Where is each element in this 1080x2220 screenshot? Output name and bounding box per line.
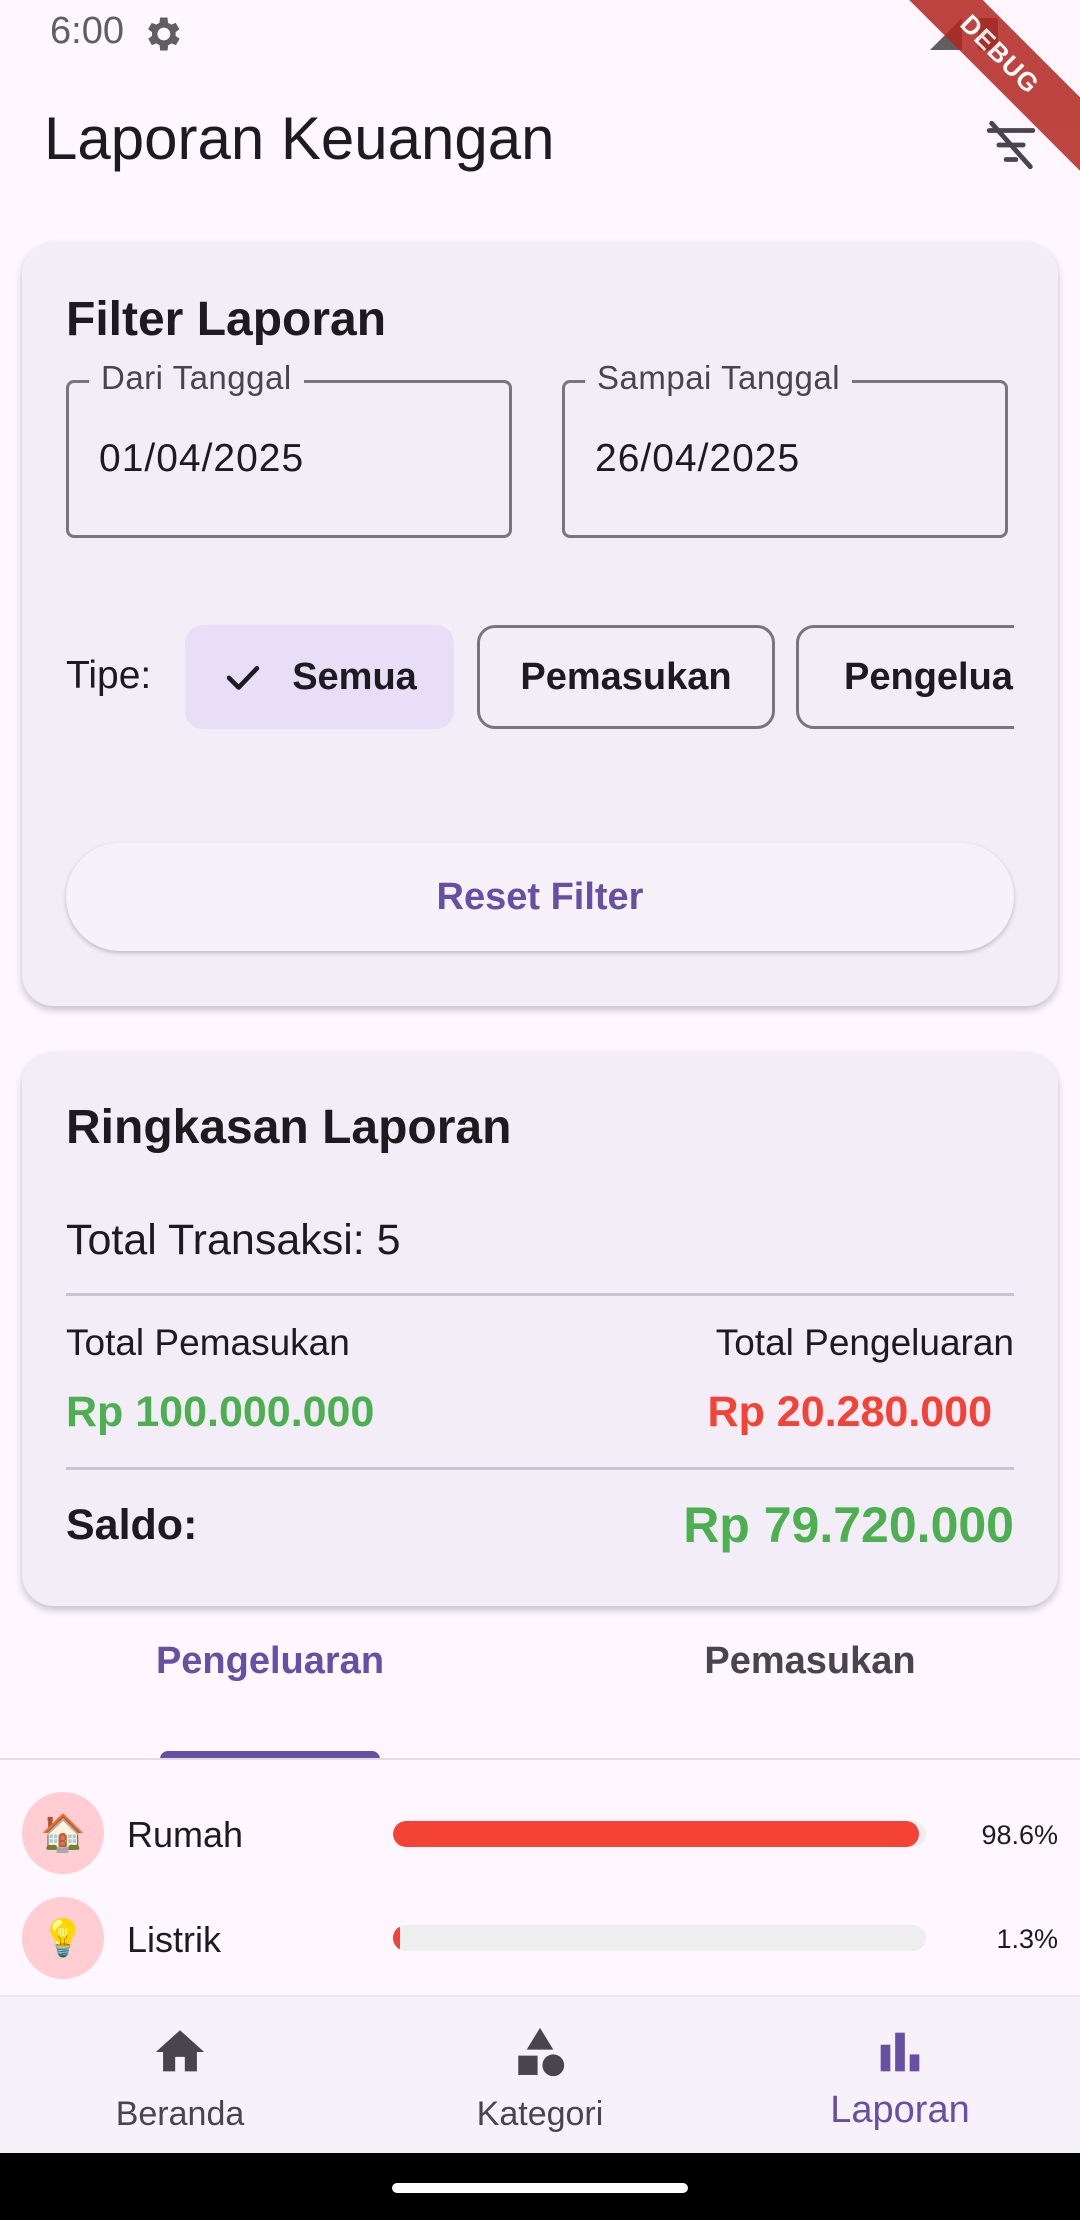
tab-divider — [0, 1758, 1080, 1760]
balance-label: Saldo: — [66, 1501, 198, 1549]
summary-divider-1 — [66, 1293, 1014, 1296]
nav-laporan-label: Laporan — [830, 2089, 970, 2131]
summary-divider-2 — [66, 1467, 1014, 1470]
filter-off-icon[interactable] — [982, 116, 1040, 174]
category-percent-rumah: 98.6% — [981, 1820, 1058, 1850]
from-date-field[interactable]: Dari Tanggal 01/04/2025 — [66, 359, 512, 538]
category-bar-fill-listrik — [393, 1925, 400, 1951]
chip-pengeluaran-label: Pengeluaran — [844, 655, 1014, 698]
chip-scroll-clip: Pengeluaran — [796, 620, 1014, 736]
settings-status-icon — [148, 17, 180, 51]
bottom-navigation: Beranda Kategori Laporan — [0, 1995, 1080, 2155]
summary-card-title: Ringkasan Laporan — [66, 1101, 512, 1154]
nav-beranda-label: Beranda — [115, 2095, 245, 2133]
bar-chart-icon — [880, 2032, 920, 2072]
income-value: Rp 100.000.000 — [66, 1388, 375, 1436]
status-time: 6:00 — [50, 10, 124, 52]
nav-kategori[interactable]: Kategori — [360, 1997, 720, 2155]
chip-semua-label: Semua — [292, 655, 417, 698]
type-label: Tipe: — [66, 654, 152, 697]
tab-pemasukan[interactable]: Pemasukan — [540, 1640, 1080, 1683]
expense-value: Rp 20.280.000 — [707, 1388, 992, 1436]
category-avatar-rumah: 🏠 — [22, 1792, 104, 1874]
total-transactions: Total Transaksi: 5 — [66, 1216, 401, 1264]
category-avatar-listrik: 💡 — [22, 1897, 104, 1979]
balance-value: Rp 79.720.000 — [683, 1497, 1014, 1553]
home-icon — [155, 2030, 205, 2072]
category-name-listrik: Listrik — [127, 1919, 222, 1960]
check-icon — [226, 665, 260, 690]
from-date-value: 01/04/2025 — [99, 437, 305, 480]
to-date-label: Sampai Tanggal — [585, 359, 853, 397]
from-date-label: Dari Tanggal — [89, 359, 304, 397]
tab-pengeluaran[interactable]: Pengeluaran — [0, 1640, 540, 1683]
category-name-rumah: Rumah — [127, 1814, 244, 1855]
reset-filter-button[interactable]: Reset Filter — [66, 843, 1014, 951]
chip-semua[interactable]: Semua — [185, 625, 454, 729]
chip-pemasukan[interactable]: Pemasukan — [477, 625, 775, 729]
nav-kategori-label: Kategori — [476, 2095, 604, 2133]
category-bar-listrik — [393, 1925, 926, 1951]
gesture-handle[interactable] — [392, 2183, 688, 2193]
chip-pengeluaran[interactable]: Pengeluaran — [796, 625, 1014, 729]
to-date-value: 26/04/2025 — [595, 437, 801, 480]
expense-label: Total Pengeluaran — [715, 1322, 1014, 1363]
category-icon — [518, 2027, 565, 2077]
to-date-field[interactable]: Sampai Tanggal 26/04/2025 — [562, 359, 1008, 538]
chip-pemasukan-label: Pemasukan — [520, 655, 732, 698]
page-title: Laporan Keuangan — [44, 105, 555, 172]
filter-card-title: Filter Laporan — [66, 293, 387, 346]
nav-laporan[interactable]: Laporan — [720, 1997, 1080, 2155]
category-bar-fill-rumah — [393, 1821, 919, 1847]
income-label: Total Pemasukan — [66, 1322, 350, 1363]
nav-beranda[interactable]: Beranda — [0, 1997, 360, 2155]
category-percent-listrik: 1.3% — [996, 1924, 1058, 1954]
category-bar-rumah — [393, 1821, 926, 1847]
